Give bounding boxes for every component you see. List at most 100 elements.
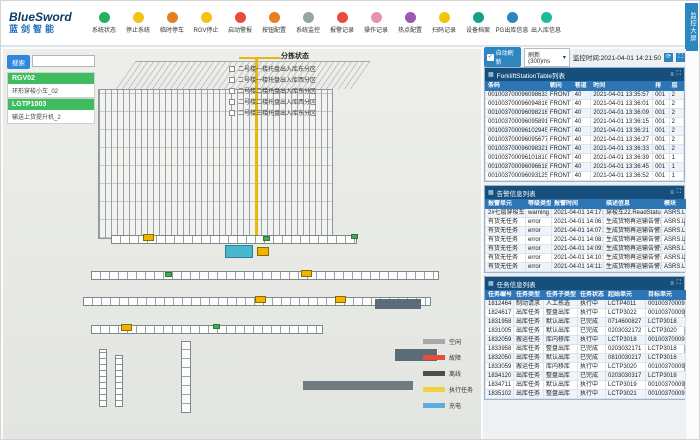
table-header-row: 条码朝向巷道时间排层: [486, 82, 684, 91]
table-menu-icon[interactable]: ≡: [670, 281, 674, 287]
sorting-option[interactable]: 二号楼二楼托盘出入库西分区: [229, 97, 361, 106]
toolbar-button[interactable]: 设备档案: [461, 12, 495, 34]
table-menu-icon[interactable]: ≡: [670, 72, 674, 78]
toolbar-button[interactable]: 临时停车: [155, 12, 189, 34]
table-body: 2#七层穿梭车出口warning2021-04-01 14:17:52穿梭车22…: [486, 209, 686, 272]
agv-icon[interactable]: [255, 296, 266, 303]
monitor-time: 监控时间:2021-04-01 14:21:50: [573, 52, 661, 62]
table-cell: 任务编号: [486, 291, 514, 300]
table-expand-icon[interactable]: ⛶: [677, 189, 681, 196]
auto-refresh-toggle[interactable]: ✓ 自动刷新: [484, 47, 521, 67]
toolbar-button[interactable]: RGV停止: [189, 12, 223, 34]
table-cell: 执行中: [578, 363, 606, 372]
sorting-option[interactable]: 二号楼二楼托盘出入库东分区: [229, 86, 361, 95]
table-expand-icon[interactable]: ⛶: [677, 71, 681, 78]
sorting-option[interactable]: 二号楼一楼托盘出入库东分区: [229, 64, 361, 73]
toolbar-button[interactable]: 启动警报: [223, 12, 257, 34]
toolbar-button[interactable]: 出入库信息: [529, 12, 563, 34]
sorting-option[interactable]: 二号楼一楼托盘出入库西分区: [229, 75, 361, 84]
table-row[interactable]: 0010037000960956770FRONT402021-04-01 13:…: [486, 136, 684, 145]
table-cell: 出库任务: [514, 381, 544, 390]
table-row[interactable]: 有货无任务error2021-04-01 14:09:02生成货物再运输告警通道…: [486, 245, 686, 254]
table-cell: FRONT: [547, 136, 572, 145]
table-cell: 0010037000961018106: [486, 154, 548, 163]
table-row[interactable]: 1833059搬运任务库内移库执行中LCTP302000100370009609…: [486, 363, 686, 372]
table-title-bar: ▦ ForkliftStationTable列表 ≡ ⛶: [485, 68, 684, 81]
table-row[interactable]: 1833958出库任务整盘出库已完成0203032171LCTP3018: [486, 345, 686, 354]
device-card[interactable]: RGV02 环形穿梭小车_02: [7, 72, 95, 98]
agv-icon[interactable]: [301, 270, 312, 277]
table-cell: 001: [653, 136, 670, 145]
table-cell: LCTP3018: [606, 336, 646, 345]
table-row[interactable]: 1834711出库任务默认出库执行中LCTP301900100370009609…: [486, 381, 686, 390]
agv-icon[interactable]: [143, 234, 154, 241]
table-menu-icon[interactable]: ≡: [670, 190, 674, 196]
table-cell: 0203030317: [606, 372, 646, 381]
table-cell: ASRS.LG2: [662, 263, 686, 272]
table-row[interactable]: 有货无任务error2021-04-01 14:11:36生成货物再运输告警通道…: [486, 263, 686, 272]
table-row[interactable]: 0010037000960983218FRONT402021-04-01 13:…: [486, 145, 684, 154]
search-input[interactable]: [32, 55, 95, 67]
checkbox-icon[interactable]: [229, 77, 235, 83]
toolbar-button[interactable]: 系统状态: [87, 12, 121, 34]
agv-icon[interactable]: [121, 324, 132, 331]
table-row[interactable]: 1832059搬运任务库内移库执行中LCTP301800100370009609…: [486, 336, 686, 345]
conveyor-line: [91, 271, 439, 280]
table-row[interactable]: 1831005出库任务默认出库已完成0203032172LCTP3020: [486, 327, 686, 336]
table-row[interactable]: 有货无任务error2021-04-01 14:10:17生成货物再运输告警通道…: [486, 254, 686, 263]
table-expand-icon[interactable]: ⛶: [677, 280, 681, 287]
conveyor-line-vertical: [181, 341, 191, 413]
sorting-option[interactable]: 二号楼三楼托盘出入库东分区: [229, 108, 361, 117]
checkbox-icon[interactable]: [229, 99, 235, 105]
search-button[interactable]: 搜索: [7, 55, 30, 69]
table-cell: 0010037000960956770: [486, 136, 548, 145]
table-row[interactable]: 1834120出库任务整盘出库已完成0203030317LCTP3018: [486, 372, 686, 381]
table-cell: FRONT: [547, 154, 572, 163]
checkbox-icon[interactable]: [229, 66, 235, 72]
toolbar-button[interactable]: PG出库信息: [495, 12, 529, 34]
table-row[interactable]: 2#七层穿梭车出口warning2021-04-01 14:17:52穿梭车22…: [486, 209, 686, 218]
toolbar-button[interactable]: 热点配置: [393, 12, 427, 34]
checkbox-icon[interactable]: [229, 110, 235, 116]
refresh-icon[interactable]: ⟳: [664, 53, 673, 62]
table-row[interactable]: 1835102出库任务整盘出库执行中LCTP302100100370009609…: [486, 390, 686, 399]
table-row[interactable]: 1832050出库任务默认出库已完成0810030217LCTP3016: [486, 354, 686, 363]
data-table: 条码朝向巷道时间排层 0010037000960986339FRONT40202…: [485, 81, 684, 181]
warehouse-3d-view[interactable]: 搜索 RGV02 环形穿梭小车_02 LGTP1003 输送上货提升机_2: [3, 49, 481, 439]
table-row[interactable]: 0010037000961029457FRONT402021-04-01 13:…: [486, 127, 684, 136]
table-cell: warning: [526, 209, 552, 218]
agv-icon[interactable]: [335, 296, 346, 303]
table-row[interactable]: 0010037000960966186FRONT402021-04-01 13:…: [486, 163, 684, 172]
toolbar-button[interactable]: 按钮配置: [257, 12, 291, 34]
toolbar-icon: [541, 12, 552, 23]
checkbox-icon[interactable]: [229, 88, 235, 94]
table-row[interactable]: 0010037000960958917FRONT402021-04-01 13:…: [486, 118, 684, 127]
toolbar-icon: [99, 12, 110, 23]
table-row[interactable]: 0010037000960986339FRONT402021-04-01 13:…: [486, 91, 684, 100]
expand-icon[interactable]: ⛶: [676, 53, 685, 62]
table-row[interactable]: 0010037000960948168FRONT402021-04-01 13:…: [486, 100, 684, 109]
table-cell: FRONT: [547, 109, 572, 118]
table-row[interactable]: 0010037000960982162FRONT402021-04-01 13:…: [486, 109, 684, 118]
monitor-screen-tab[interactable]: 监控大屏: [685, 3, 698, 51]
table-row[interactable]: 有货无任务error2021-04-01 14:07:32生成货物再运输告警通道…: [486, 227, 686, 236]
table-row[interactable]: 0010037000961018106FRONT402021-04-01 13:…: [486, 154, 684, 163]
refresh-rate-select[interactable]: 刷新(300)ms ▾: [524, 48, 570, 67]
toolbar-button[interactable]: 系统监控: [291, 12, 325, 34]
toolbar-button[interactable]: 扫码记录: [427, 12, 461, 34]
table-head: 任务编号任务类型任务子类型任务状态起始单元目标单元: [486, 291, 686, 300]
device-card[interactable]: LGTP1003 输送上货提升机_2: [7, 98, 95, 124]
toolbar-button[interactable]: 报警记录: [325, 12, 359, 34]
table-row[interactable]: 有货无任务error2021-04-01 14:08:10生成货物再运输告警通道…: [486, 236, 686, 245]
table-row[interactable]: 有货无任务error2021-04-01 14:06:54生成货物再运输告警通道…: [486, 218, 686, 227]
table-cell: FRONT: [547, 163, 572, 172]
table-row[interactable]: 0010037000960931251FRONT402021-04-01 13:…: [486, 172, 684, 181]
table-row[interactable]: 1824617出库任务整盘出库执行中LCTP302200100370009609…: [486, 309, 686, 318]
device-search-row: 搜索: [7, 55, 95, 69]
table-cell: 2: [669, 91, 683, 100]
toolbar-button[interactable]: 停止系统: [121, 12, 155, 34]
table-row[interactable]: 1812464制动请求人工拣选执行中LCTP401100100370009609…: [486, 300, 686, 309]
toolbar-button[interactable]: 操作记录: [359, 12, 393, 34]
table-row[interactable]: 1831958出库任务默认出库已完成0714600827LCTP3018: [486, 318, 686, 327]
table-cell: 2021-04-01 13:36:27: [591, 136, 653, 145]
